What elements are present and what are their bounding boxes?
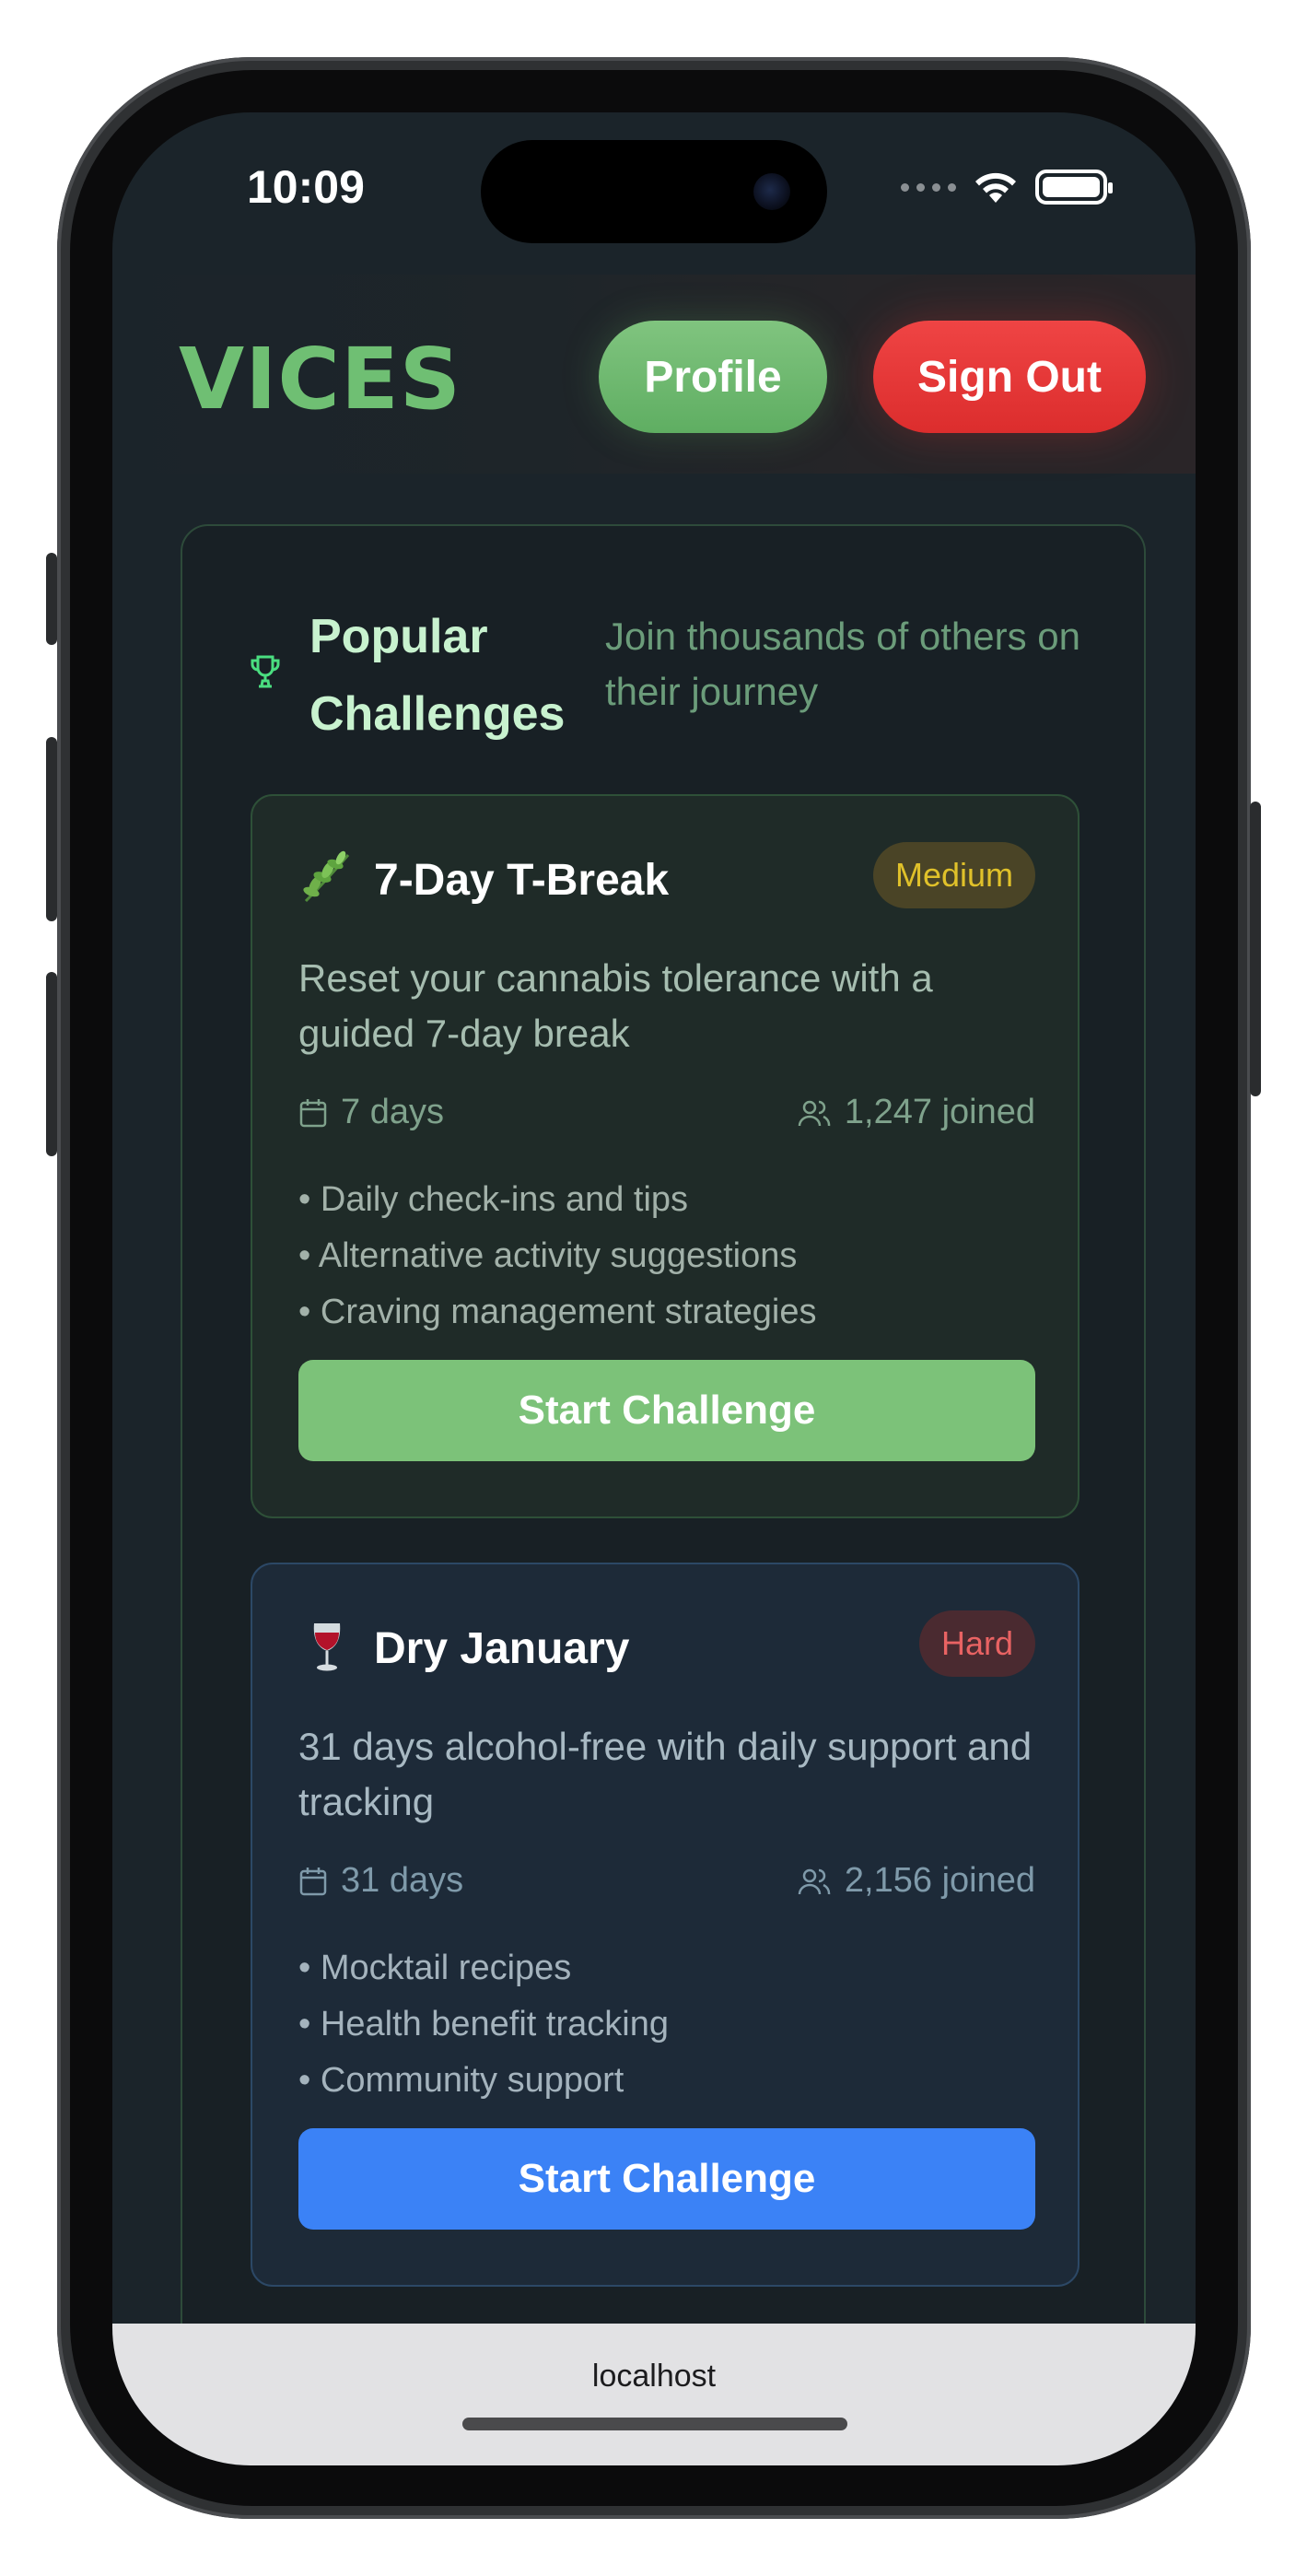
challenges-panel: Popular Challenges Join thousands of oth… [181,524,1146,2465]
feature-list: Mocktail recipes Health benefit tracking… [298,1940,1035,2109]
cellular-signal-icon [901,182,956,192]
url-text[interactable]: localhost [112,2359,1196,2395]
feature-list: Daily check-ins and tips Alternative act… [298,1172,1035,1341]
profile-button[interactable]: Profile [599,321,827,433]
status-bar: 10:09 [112,112,1196,260]
participants: 1,247 joined [797,1093,1035,1132]
calendar-icon [299,1867,327,1895]
calendar-icon [299,1098,327,1127]
difficulty-badge: Hard [918,1610,1035,1677]
challenge-card: 7-Day T-Break Medium Reset your cannabis… [251,794,1079,1518]
card-title: Dry January [374,1624,630,1673]
camera-icon [753,173,790,210]
card-meta: 31 days 2,156 joined [298,1861,1035,1907]
card-description: 31 days alcohol-free with daily support … [298,1725,1033,1823]
duration: 31 days [298,1861,463,1901]
duration-text: 31 days [341,1861,464,1900]
start-challenge-button[interactable]: Start Challenge [298,1360,1035,1461]
card-title: 7-Day T-Break [374,856,670,905]
challenge-card: Dry January Hard 31 days alcohol-free wi… [251,1563,1079,2287]
duration: 7 days [298,1093,444,1132]
app-logo[interactable]: VICES [179,330,461,428]
status-time: 10:09 [247,161,365,213]
feature-item: Health benefit tracking [298,1996,1035,2053]
volume-down-button [46,972,57,1156]
card-description: Reset your cannabis tolerance with a gui… [298,956,933,1055]
duration-text: 7 days [341,1093,444,1131]
feature-item: Mocktail recipes [298,1940,1035,1996]
card-title-row: Dry January Hard [298,1610,1035,1684]
action-button [46,553,57,645]
users-icon [798,1868,831,1894]
browser-address-bar: localhost [112,2324,1196,2465]
feature-item: Community support [298,2053,1035,2109]
joined-count: 2,156 joined [844,1861,1035,1900]
card-title-row: 7-Day T-Break Medium [298,842,1035,916]
card-meta: 7 days 1,247 joined [298,1093,1035,1139]
sign-out-button[interactable]: Sign Out [873,321,1146,433]
home-indicator[interactable] [462,2418,847,2430]
feature-item: Alternative activity suggestions [298,1228,1035,1284]
status-icons [901,170,1113,205]
dynamic-island [481,140,827,243]
phone-screen: 10:09 VICES Profile Sign Out Popular Cha… [112,112,1196,2465]
trophy-icon [251,655,280,688]
users-icon [798,1100,831,1126]
feature-item: Daily check-ins and tips [298,1172,1035,1228]
wine-glass-icon [313,1623,341,1671]
joined-count: 1,247 joined [844,1093,1035,1131]
herb-icon [303,850,350,903]
power-button [1250,802,1261,1096]
battery-icon [1035,170,1113,205]
difficulty-badge: Medium [872,842,1035,908]
wifi-icon [973,170,1019,205]
section-subtitle: Join thousands of others on their journe… [605,615,1081,713]
start-challenge-button[interactable]: Start Challenge [298,2128,1035,2230]
app-header: VICES Profile Sign Out [112,275,1196,474]
volume-up-button [46,737,57,921]
feature-item: Craving management strategies [298,1284,1035,1341]
participants: 2,156 joined [797,1861,1035,1901]
section-title: Popular Challenges [309,610,566,741]
